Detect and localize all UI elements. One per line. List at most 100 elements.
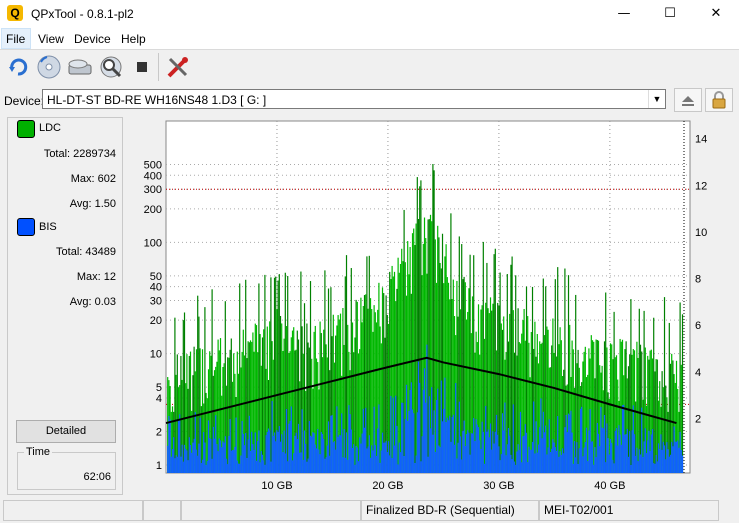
close-button[interactable]: ✕ <box>693 0 739 28</box>
bis-bar <box>559 451 561 473</box>
bis-bar <box>572 463 574 473</box>
ldc-bar <box>654 371 656 473</box>
maximize-button[interactable]: ☐ <box>647 0 693 28</box>
bis-bar <box>344 457 346 473</box>
bis-bar <box>677 440 679 473</box>
bis-bar <box>528 446 530 473</box>
bis-bar <box>541 438 543 473</box>
disc-info-icon[interactable] <box>35 53 63 81</box>
bis-bar <box>360 443 362 473</box>
refresh-icon[interactable] <box>4 53 32 81</box>
ldc-bar <box>344 276 346 473</box>
bis-bar <box>657 443 660 473</box>
bis-bar <box>494 431 496 473</box>
lock-button[interactable] <box>705 88 733 112</box>
ldc-bar <box>527 316 529 473</box>
bis-bar <box>656 461 658 473</box>
detailed-button[interactable]: Detailed <box>16 420 116 443</box>
bis-bar <box>476 424 478 473</box>
settings-tools-icon[interactable] <box>164 53 192 81</box>
y-left-tick-label: 500 <box>144 160 162 172</box>
bis-bar <box>385 440 387 473</box>
bis-bar <box>631 430 633 473</box>
toolbar-separator <box>158 53 159 81</box>
ldc-bar <box>325 344 327 473</box>
bis-bar <box>253 449 255 473</box>
device-info-icon[interactable] <box>66 53 94 81</box>
menu-view[interactable]: View <box>38 32 64 46</box>
bis-bar <box>645 453 648 473</box>
bis-bar <box>488 437 490 473</box>
chevron-down-icon[interactable]: ▼ <box>648 90 665 108</box>
bis-bar <box>205 464 207 473</box>
ldc-bar <box>391 265 393 473</box>
ldc-bar <box>205 392 207 473</box>
ldc-bar <box>182 320 184 473</box>
bis-bar <box>443 408 445 473</box>
bis-bar <box>583 447 585 473</box>
device-select-value: HL-DT-ST BD-RE WH16NS48 1.D3 [ G: ] <box>47 93 267 107</box>
bis-bar <box>439 447 441 473</box>
bis-bar <box>425 402 427 473</box>
ldc-bar <box>263 329 265 473</box>
minimize-button[interactable]: — <box>601 0 647 28</box>
bis-bar <box>596 422 598 473</box>
bis-bar <box>393 445 396 473</box>
bis-bar <box>417 361 420 473</box>
bis-bar <box>565 414 567 473</box>
bis-bar <box>533 401 535 473</box>
bis-bar <box>282 452 284 473</box>
bis-bar <box>333 441 336 473</box>
y-left-tick-label: 100 <box>144 237 162 249</box>
y-right-tick-label: 2 <box>695 413 701 425</box>
bis-bar <box>270 461 272 473</box>
bis-bar <box>182 461 184 473</box>
menu-help[interactable]: Help <box>121 32 146 46</box>
bis-bar <box>389 455 391 473</box>
bis-bar <box>359 437 361 473</box>
bis-bar <box>354 464 356 473</box>
bis-bar <box>453 444 456 473</box>
bis-bar <box>390 395 392 473</box>
stop-icon[interactable] <box>128 53 156 81</box>
bis-bar <box>446 417 448 473</box>
ldc-bar <box>605 292 607 473</box>
bis-bar <box>534 453 536 473</box>
bis-bar <box>615 428 618 473</box>
bis-bar <box>191 452 193 473</box>
ldc-bar <box>211 289 213 473</box>
bis-bar <box>621 405 624 473</box>
bis-bar <box>531 441 534 473</box>
bis-bar <box>227 464 229 473</box>
scan-icon[interactable] <box>97 53 125 81</box>
bis-bar <box>618 425 620 473</box>
bis-bar <box>177 419 180 473</box>
bis-bar <box>672 446 674 473</box>
bis-bar <box>231 449 234 473</box>
bis-bar <box>228 435 230 473</box>
bis-bar <box>246 457 248 473</box>
bis-bar <box>549 452 552 473</box>
bis-bar <box>379 462 381 473</box>
menu-file[interactable]: File <box>6 32 25 46</box>
bis-bar <box>176 456 178 473</box>
ldc-bar <box>255 325 258 473</box>
ldc-bar <box>639 344 642 473</box>
bis-bar <box>277 431 279 473</box>
bis-bar <box>461 459 463 473</box>
eject-button[interactable] <box>674 88 702 112</box>
bis-bar <box>566 432 568 473</box>
bis-bar <box>483 463 486 473</box>
bis-bar <box>623 404 625 473</box>
bis-bar <box>428 396 430 473</box>
ldc-bar <box>200 406 202 473</box>
bis-bar <box>267 428 270 473</box>
bis-bar <box>653 463 655 473</box>
ldc-bar <box>511 256 513 473</box>
y-right-tick-label: 8 <box>695 274 701 286</box>
device-select[interactable]: HL-DT-ST BD-RE WH16NS48 1.D3 [ G: ] ▼ <box>42 89 666 109</box>
menu-device[interactable]: Device <box>74 32 111 46</box>
bis-bar <box>284 453 286 473</box>
bis-bar <box>426 344 428 473</box>
bis-bar <box>505 455 507 473</box>
